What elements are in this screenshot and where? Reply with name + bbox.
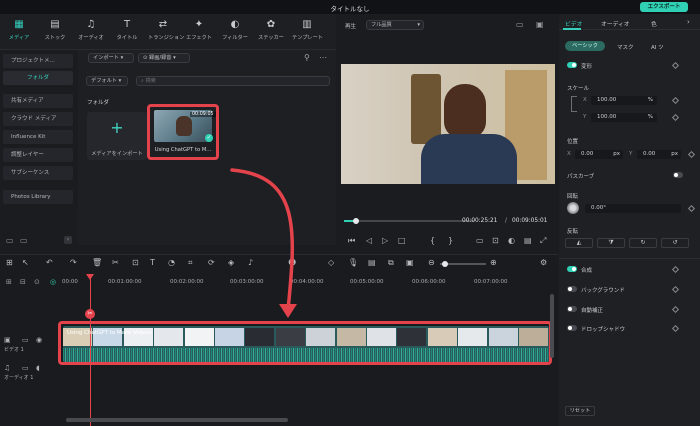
clip-title: Using ChatGPT to Make Videos (67, 330, 152, 336)
annotation-arrow (230, 168, 297, 318)
